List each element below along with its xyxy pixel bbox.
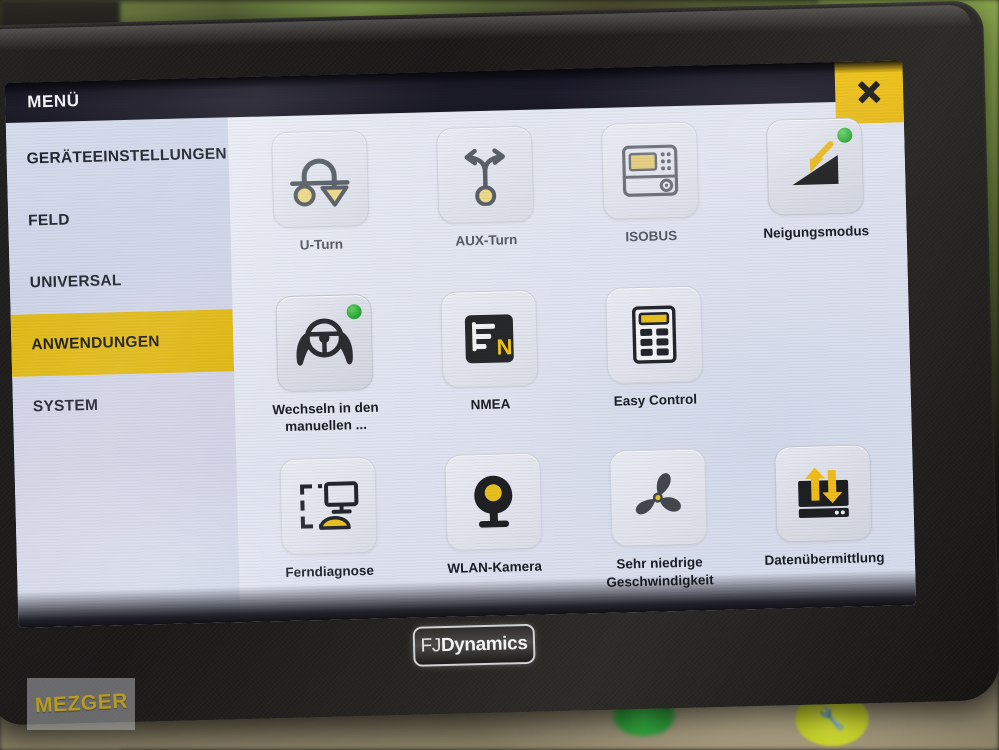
app-tile-label: U-Turn bbox=[299, 236, 344, 253]
sidebar-item-anwendungen[interactable]: ANWENDUNGEN bbox=[10, 309, 235, 377]
app-row-1: U-Turn AUX-Turn ISOBUS Neigungsmodus bbox=[236, 110, 900, 290]
app-row-2: Wechseln in den manuellen ... N NMEA Eas… bbox=[240, 274, 904, 454]
terminal-screen: MENÜ GERÄTEEINSTELLUNGEN FELD UNIVERSAL bbox=[4, 60, 917, 628]
calculator-icon bbox=[631, 305, 677, 364]
application-grid: U-Turn AUX-Turn ISOBUS Neigungsmodus Wec… bbox=[227, 100, 917, 623]
wlan-camera-icon bbox=[473, 476, 512, 528]
brand-prefix: FJ bbox=[420, 635, 442, 657]
app-tile-label: Easy Control bbox=[613, 391, 698, 409]
app-tile-placeholder bbox=[770, 281, 868, 379]
app-tile-label: NMEA bbox=[470, 395, 511, 412]
app-tile-easy-control[interactable]: Easy Control bbox=[570, 278, 739, 446]
app-tile-background bbox=[278, 457, 378, 556]
sidebar-item-geraeteeinstellungen[interactable]: GERÄTEEINSTELLUNGEN bbox=[6, 123, 229, 191]
app-tile-background bbox=[443, 452, 543, 552]
app-tile-background bbox=[608, 448, 708, 548]
app-tile-u-turn[interactable]: U-Turn bbox=[236, 123, 405, 291]
app-tile-sehr-niedrige-geschwindigkeit[interactable]: Sehr niedrige Geschwindigkeit bbox=[574, 442, 743, 610]
brand-plate: FJDynamics bbox=[412, 623, 536, 667]
remote-diagnostics-icon bbox=[299, 481, 358, 531]
sidebar-item-feld[interactable]: FELD bbox=[7, 185, 230, 253]
propeller-icon bbox=[635, 473, 681, 515]
menu-body: GERÄTEEINSTELLUNGEN FELD UNIVERSAL ANWEN… bbox=[5, 100, 917, 628]
brand-suffix: Dynamics bbox=[440, 632, 528, 657]
app-tile-label: Wechseln in den manuellen ... bbox=[272, 399, 379, 435]
aux-turn-icon bbox=[463, 148, 505, 207]
app-tile-label: Sehr niedrige Geschwindigkeit bbox=[606, 554, 714, 590]
close-button[interactable] bbox=[834, 60, 904, 124]
u-turn-icon bbox=[289, 158, 350, 207]
watermark-text: MEZGER bbox=[34, 689, 128, 718]
close-x-icon bbox=[856, 79, 883, 106]
app-tile-background bbox=[435, 125, 534, 225]
isobus-terminal-icon bbox=[621, 144, 678, 197]
sidebar-item-label: SYSTEM bbox=[32, 396, 99, 416]
app-tile-nmea[interactable]: N NMEA bbox=[405, 282, 574, 450]
app-tile-isobus[interactable]: ISOBUS bbox=[566, 115, 735, 283]
app-tile-manual-mode[interactable]: Wechseln in den manuellen ... bbox=[240, 287, 409, 455]
app-tile-background bbox=[765, 117, 864, 216]
app-tile-neigungsmodus[interactable]: Neigungsmodus bbox=[731, 110, 900, 278]
sidebar-item-universal[interactable]: UNIVERSAL bbox=[9, 247, 232, 315]
app-tile-label: Ferndiagnose bbox=[285, 563, 375, 581]
app-tile-label: AUX-Turn bbox=[455, 232, 518, 249]
app-tile-background bbox=[270, 129, 369, 229]
app-tile-wlan-kamera[interactable]: WLAN-Kamera bbox=[409, 446, 578, 614]
sidebar-item-label: FELD bbox=[27, 211, 70, 230]
app-tile-label: Datenübermittlung bbox=[764, 550, 885, 569]
app-tile-background bbox=[773, 444, 873, 543]
photo-watermark: MEZGER bbox=[27, 678, 135, 730]
app-tile-label: Neigungsmodus bbox=[763, 223, 870, 241]
data-transfer-icon bbox=[797, 467, 849, 519]
page-title: MENÜ bbox=[26, 91, 80, 112]
app-tile-datenuebermittlung[interactable]: Datenübermittlung bbox=[739, 438, 908, 606]
app-tile-empty-slot bbox=[735, 274, 904, 442]
app-tile-label: ISOBUS bbox=[625, 228, 678, 245]
app-tile-background bbox=[274, 293, 374, 392]
status-badge-green bbox=[836, 127, 852, 143]
sidebar-item-system[interactable]: SYSTEM bbox=[12, 371, 235, 439]
sidebar: GERÄTEEINSTELLUNGEN FELD UNIVERSAL ANWEN… bbox=[5, 117, 241, 628]
steering-wheel-hands-icon bbox=[296, 318, 353, 366]
app-row-3: Ferndiagnose WLAN-Kamera Sehr niedrige G… bbox=[244, 438, 908, 618]
screen-content: MENÜ GERÄTEEINSTELLUNGEN FELD UNIVERSAL bbox=[4, 60, 917, 628]
brand-logo: FJDynamics bbox=[420, 633, 527, 658]
sidebar-item-label: UNIVERSAL bbox=[29, 271, 122, 292]
slope-mode-icon bbox=[792, 141, 839, 186]
app-tile-ferndiagnose[interactable]: Ferndiagnose bbox=[244, 450, 413, 618]
app-tile-label: WLAN-Kamera bbox=[447, 558, 543, 577]
sidebar-item-label: GERÄTEEINSTELLUNGEN bbox=[26, 145, 228, 168]
svg-text:N: N bbox=[496, 334, 513, 359]
status-badge-green bbox=[345, 303, 362, 320]
app-tile-background bbox=[604, 285, 703, 384]
app-tile-background: N bbox=[439, 289, 539, 388]
nmea-document-icon: N bbox=[464, 314, 514, 363]
sidebar-item-label: ANWENDUNGEN bbox=[31, 332, 160, 354]
app-tile-aux-turn[interactable]: AUX-Turn bbox=[401, 119, 570, 287]
fjdynamics-terminal-device: MENÜ GERÄTEEINSTELLUNGEN FELD UNIVERSAL bbox=[0, 0, 999, 726]
app-tile-background bbox=[600, 121, 699, 220]
